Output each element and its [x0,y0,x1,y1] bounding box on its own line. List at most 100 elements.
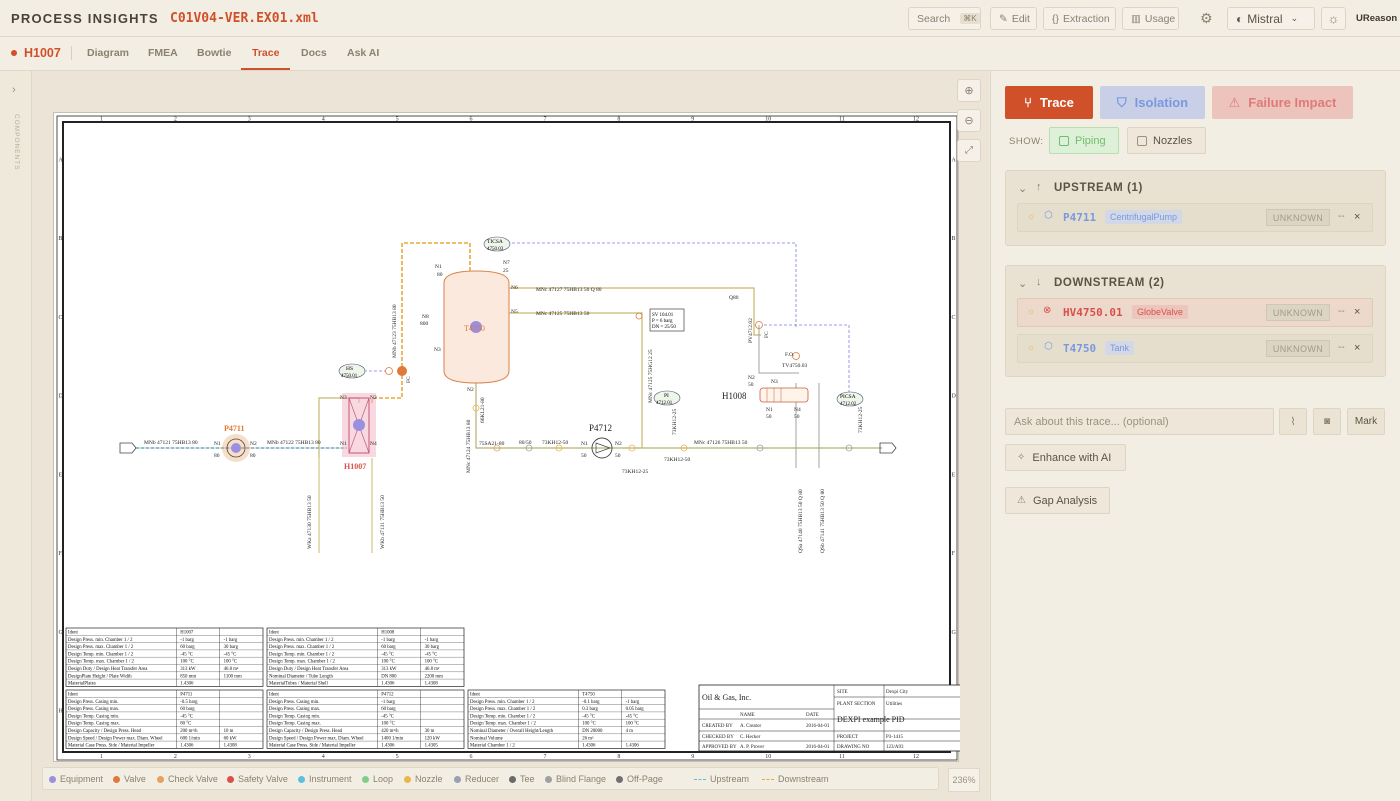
close-icon[interactable]: × [1354,342,1360,354]
tab-bowtie[interactable]: Bowtie [197,47,231,59]
label-fc2: FC [764,331,770,338]
search-button[interactable]: Search ⌘K [908,7,981,30]
zoom-level: 236% [948,768,980,792]
p4711-marker[interactable] [231,443,241,453]
table-cell: DesignPlate Height / Plate Width [68,674,132,679]
tab-trace[interactable]: Trace [252,47,279,59]
arrow-up-icon: ↑ [1036,181,1042,193]
hs-valve[interactable] [385,367,393,375]
table-cell: 10 m [224,729,234,734]
sv-valve[interactable] [635,312,643,320]
divider [71,46,72,60]
theme-toggle[interactable]: ☼ [1321,7,1346,30]
gap-analysis-button[interactable]: ⚠ Gap Analysis [1005,487,1110,514]
close-icon[interactable]: × [1354,211,1360,223]
table-cell: Design Temp. Casing max. [68,722,120,727]
downstream-status-1: UNKNOWN [1266,304,1330,321]
table-cell: Design Press. Casing max. [269,707,320,712]
table-cell: Design Temp. min. Chamber 1 / 2 [68,652,134,657]
legend-item: Safety Valve [227,774,288,784]
zoom-out-icon: ⊖ [964,115,974,127]
legend-label: Safety Valve [238,774,288,784]
nozzles-toggle[interactable]: Nozzles [1127,127,1206,154]
table-cell: Design Press. Casing min. [269,700,320,705]
table-cell: Ident [470,693,481,698]
pid-svg: 112233445566778899101011111212A AB BC CD DE E… [56,115,962,761]
t4750-label: T4750 [464,324,485,333]
noz-p4711-80a: 80 [214,453,220,459]
active-tab-indicator [241,68,290,70]
trace-mode-button[interactable]: ⑂ Trace [1005,86,1093,119]
hv4750-valve[interactable] [397,366,407,376]
table-cell: 120 kW [425,736,441,741]
label-l9: WKa 47130 75HB13 50 [307,495,313,549]
noz-p4711-80b: 80 [250,453,256,459]
chevron-down-icon[interactable]: ⌄ [1018,277,1027,290]
table-cell: P4711 [180,693,193,698]
chevron-right-icon[interactable]: › [12,84,16,96]
gap-label: Gap Analysis [1032,494,1098,507]
table-cell: -45 °C [626,714,639,719]
table-cell: 0.05 barg [626,707,645,712]
pid-drawing[interactable]: 1 1 2 2 3 3 4 4 5 5 6 6 7 7 8 8 9 9 10 10 11 11 12 12 A A B B C C D D E E… [53,112,962,762]
failure-impact-button[interactable]: ⚠ Failure Impact [1212,86,1353,119]
h1007-marker[interactable] [353,419,365,431]
chevron-down-icon[interactable]: ⌄ [1018,182,1027,195]
legend-dot-icon [545,775,552,783]
piping-toggle[interactable]: Piping [1049,127,1119,154]
extraction-button[interactable]: {} Extraction [1043,7,1116,30]
tab-diagram[interactable]: Diagram [87,47,129,59]
grid-row-label: C [59,315,63,321]
grid-row-label: F [59,551,63,557]
ask-trace-input[interactable]: Ask about this trace... (optional) [1005,408,1274,435]
legend-label: Nozzle [415,774,443,784]
table-cell: Design Press. min. Chamber 1 / 2 [68,638,133,643]
close-icon[interactable]: × [1354,306,1360,318]
sun-small-icon: ☼ [1027,211,1036,221]
label-l1: MNb 47121 75HB13 80 [144,440,198,446]
warning-icon: ⚠ [1228,94,1241,110]
table-cell: MaterialPlates [68,682,96,687]
noz-t4750-n7: N7 [503,260,510,266]
screenshot-button[interactable]: ◙ [1313,408,1341,435]
enhance-ai-button[interactable]: ✧ Enhance with AI [1005,444,1126,471]
grid-col-label: 5 [396,754,399,760]
label-r3: 73KH12-50 [542,440,569,446]
legend-dot-icon [404,775,411,783]
table-cell: 100 °C [582,722,596,727]
label-l5: MNc 47125 75HB13 50 [536,311,590,317]
isolation-mode-button[interactable]: ⛉ Isolation [1100,86,1205,119]
legend-downstream: Downstream [762,774,829,784]
zoom-in-button[interactable]: ⊕ [957,79,981,102]
grid-col-label: 4 [322,117,325,123]
inlet-offpage [119,442,137,454]
edit-button[interactable]: ✎ Edit [990,7,1037,30]
table-cell: Design Press. max. Chamber 1 / 2 [269,645,335,650]
table-cell: Material Case Press. Side / Material Imp… [68,744,155,749]
fit-view-button[interactable]: ⤢ [957,139,981,162]
legend-item: Tee [509,774,535,784]
table-cell: 100 °C [224,660,238,665]
tab-ask-ai[interactable]: Ask AI [347,47,379,59]
grid-row-label: A [952,157,957,163]
table-cell: 2200 mm [425,674,444,679]
table-cell: Design Temp. Casing min. [68,714,119,719]
pipe-l7 [475,383,882,449]
usage-button[interactable]: ▥ Usage [1122,7,1179,30]
grid-row-label: G [59,630,64,636]
attach-button[interactable]: ⌇ [1279,408,1307,435]
mark-button[interactable]: Mark [1347,408,1385,435]
table-cell: Design Temp. min. Chamber 1 / 2 [269,652,335,657]
grid-col-label: 1 [100,117,103,123]
noz-t4750-n2: N2 [467,387,474,393]
legend-dot-icon [157,775,164,783]
tab-fmea[interactable]: FMEA [148,47,178,59]
table-cell: 1.4308 [224,744,238,749]
model-select[interactable]: ◐ Mistral ⌄ [1227,7,1315,30]
table-cell: -45 °C [381,714,394,719]
gear-icon[interactable]: ⚙ [1200,10,1213,27]
user-label: UReason [1356,13,1398,24]
zoom-out-button[interactable]: ⊖ [957,109,981,132]
legend-dot-icon [454,775,461,783]
tab-docs[interactable]: Docs [301,47,327,59]
